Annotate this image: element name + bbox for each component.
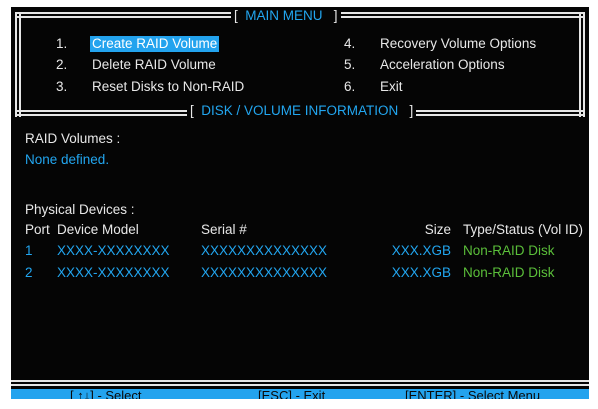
menu-item-label: Delete RAID Volume: [92, 57, 216, 72]
menu-item-number: 1.: [56, 36, 68, 51]
menu-item-label: Create RAID Volume: [90, 36, 220, 52]
bracket-left: [: [234, 8, 246, 23]
info-header: [ DISK / VOLUME INFORMATION ]: [187, 103, 417, 119]
bracket-right: ]: [398, 103, 414, 118]
physical-devices-label: Physical Devices :: [25, 202, 135, 217]
device-port: 2: [25, 265, 33, 280]
menu-item-label: Reset Disks to Non-RAID: [92, 79, 245, 94]
menu-item-label: Recovery Volume Options: [380, 36, 537, 51]
menu-item-delete-raid[interactable]: 2. Delete RAID Volume: [56, 57, 216, 73]
frame-right: [579, 12, 585, 117]
menu-item-create-raid[interactable]: 1. Create RAID Volume: [56, 36, 220, 52]
info-title: DISK / VOLUME INFORMATION: [201, 103, 399, 118]
device-size: XXX.XGB: [391, 243, 451, 258]
device-serial: XXXXXXXXXXXXXX: [201, 265, 328, 280]
column-header-port: Port: [25, 222, 50, 237]
menu-item-label: Acceleration Options: [380, 57, 505, 72]
menu-item-number: 2.: [56, 57, 68, 72]
raid-volumes-label: RAID Volumes :: [25, 131, 121, 146]
main-menu-title: MAIN MENU: [245, 8, 323, 23]
bracket-right: ]: [322, 8, 338, 23]
column-header-type: Type/Status (Vol ID): [463, 222, 584, 237]
menu-item-reset-disks[interactable]: 3. Reset Disks to Non-RAID: [56, 79, 244, 95]
menu-item-number: 5.: [344, 57, 356, 72]
device-serial: XXXXXXXXXXXXXX: [201, 243, 328, 258]
column-header-model: Device Model: [57, 222, 139, 237]
menu-item-acceleration[interactable]: 5. Acceleration Options: [344, 57, 505, 73]
main-menu-header: [ MAIN MENU ]: [231, 8, 341, 24]
device-size: XXX.XGB: [391, 265, 451, 280]
menu-item-exit[interactable]: 6. Exit: [344, 79, 403, 95]
menu-item-number: 6.: [344, 79, 356, 94]
device-type-status: Non-RAID Disk: [463, 243, 555, 258]
column-header-size: Size: [424, 222, 451, 237]
key-help-bar: [ ↑↓] - Select [ESC] - Exit [ENTER] - Se…: [11, 389, 589, 399]
device-type-status: Non-RAID Disk: [463, 265, 555, 280]
menu-item-label: Exit: [380, 79, 403, 94]
column-header-serial: Serial #: [201, 222, 247, 237]
bios-screen: [ MAIN MENU ] 1. Create RAID Volume 2. D…: [11, 7, 589, 399]
menu-item-recovery-volume[interactable]: 4. Recovery Volume Options: [344, 36, 536, 52]
device-model: XXXX-XXXXXXXX: [57, 243, 170, 258]
menu-item-number: 4.: [344, 36, 356, 51]
device-model: XXXX-XXXXXXXX: [57, 265, 170, 280]
bracket-left: [: [190, 103, 202, 118]
frame-bottom: [11, 380, 589, 386]
footer-select-hint: [ ↑↓] - Select: [70, 388, 142, 400]
menu-item-number: 3.: [56, 79, 68, 94]
footer-enter-hint: [ENTER] - Select Menu: [405, 388, 541, 400]
device-port: 1: [25, 243, 33, 258]
footer-exit-hint: [ESC] - Exit: [258, 388, 326, 400]
frame-left: [15, 12, 21, 117]
raid-volumes-value: None defined.: [25, 152, 110, 167]
